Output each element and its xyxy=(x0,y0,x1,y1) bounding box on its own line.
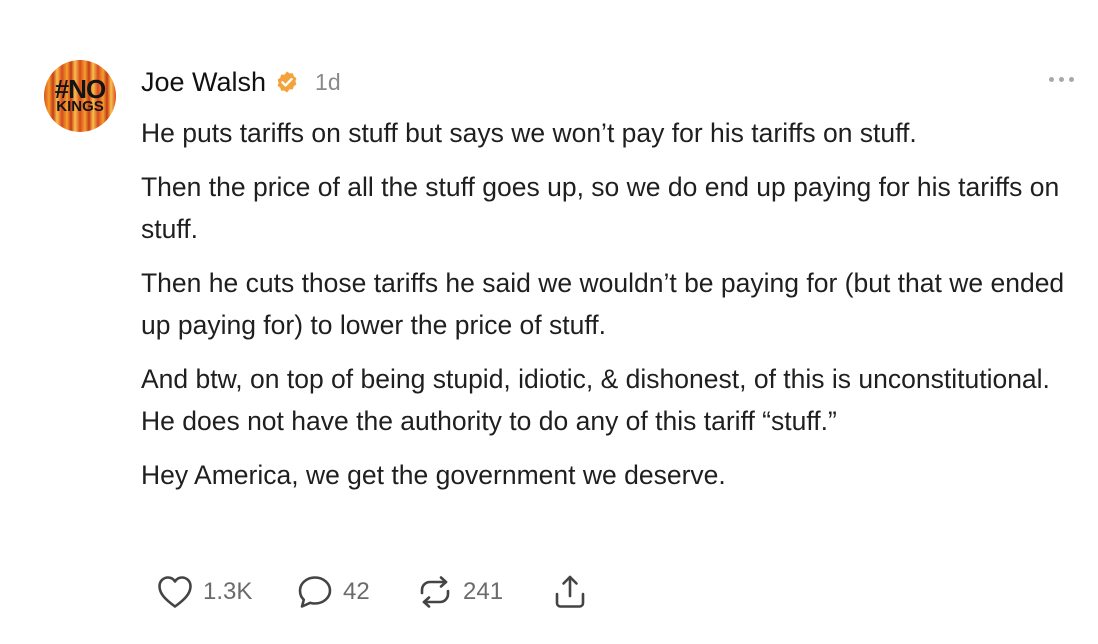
share-icon xyxy=(555,575,585,608)
post-header: Joe Walsh 1d xyxy=(141,64,341,100)
share-button[interactable] xyxy=(551,573,589,611)
reply-button[interactable]: 42 xyxy=(296,574,416,610)
more-dot xyxy=(1069,77,1074,82)
post-timestamp[interactable]: 1d xyxy=(315,69,341,96)
post-paragraph: He puts tariffs on stuff but says we won… xyxy=(141,118,917,148)
avatar-text-no: #NO xyxy=(54,74,106,104)
like-button[interactable]: 1.3K xyxy=(156,574,296,610)
post-actions: 1.3K 42 241 xyxy=(156,570,589,614)
author-name[interactable]: Joe Walsh xyxy=(141,67,266,98)
avatar[interactable]: #NO KINGS xyxy=(44,60,116,132)
repost-button[interactable]: 241 xyxy=(416,574,551,610)
reply-count: 42 xyxy=(343,578,370,605)
more-dot xyxy=(1059,77,1064,82)
post-paragraph: And btw, on top of being stupid, idiotic… xyxy=(141,364,1050,436)
post-body: He puts tariffs on stuff but says we won… xyxy=(141,112,1086,508)
repost-icon xyxy=(420,576,450,608)
like-count: 1.3K xyxy=(203,578,253,605)
post-paragraph: Then he cuts those tariffs he said we wo… xyxy=(141,268,1065,340)
comment-bubble-icon xyxy=(298,576,332,608)
more-options-button[interactable] xyxy=(1049,77,1079,85)
heart-icon xyxy=(158,576,192,608)
post-paragraph: Then the price of all the stuff goes up,… xyxy=(141,172,1060,244)
verified-badge-icon xyxy=(277,71,297,93)
more-horizontal-icon xyxy=(1049,77,1054,82)
repost-count: 241 xyxy=(463,578,504,605)
post-paragraph: Hey America, we get the government we de… xyxy=(141,460,726,490)
avatar-text-kings: KINGS xyxy=(56,98,104,115)
